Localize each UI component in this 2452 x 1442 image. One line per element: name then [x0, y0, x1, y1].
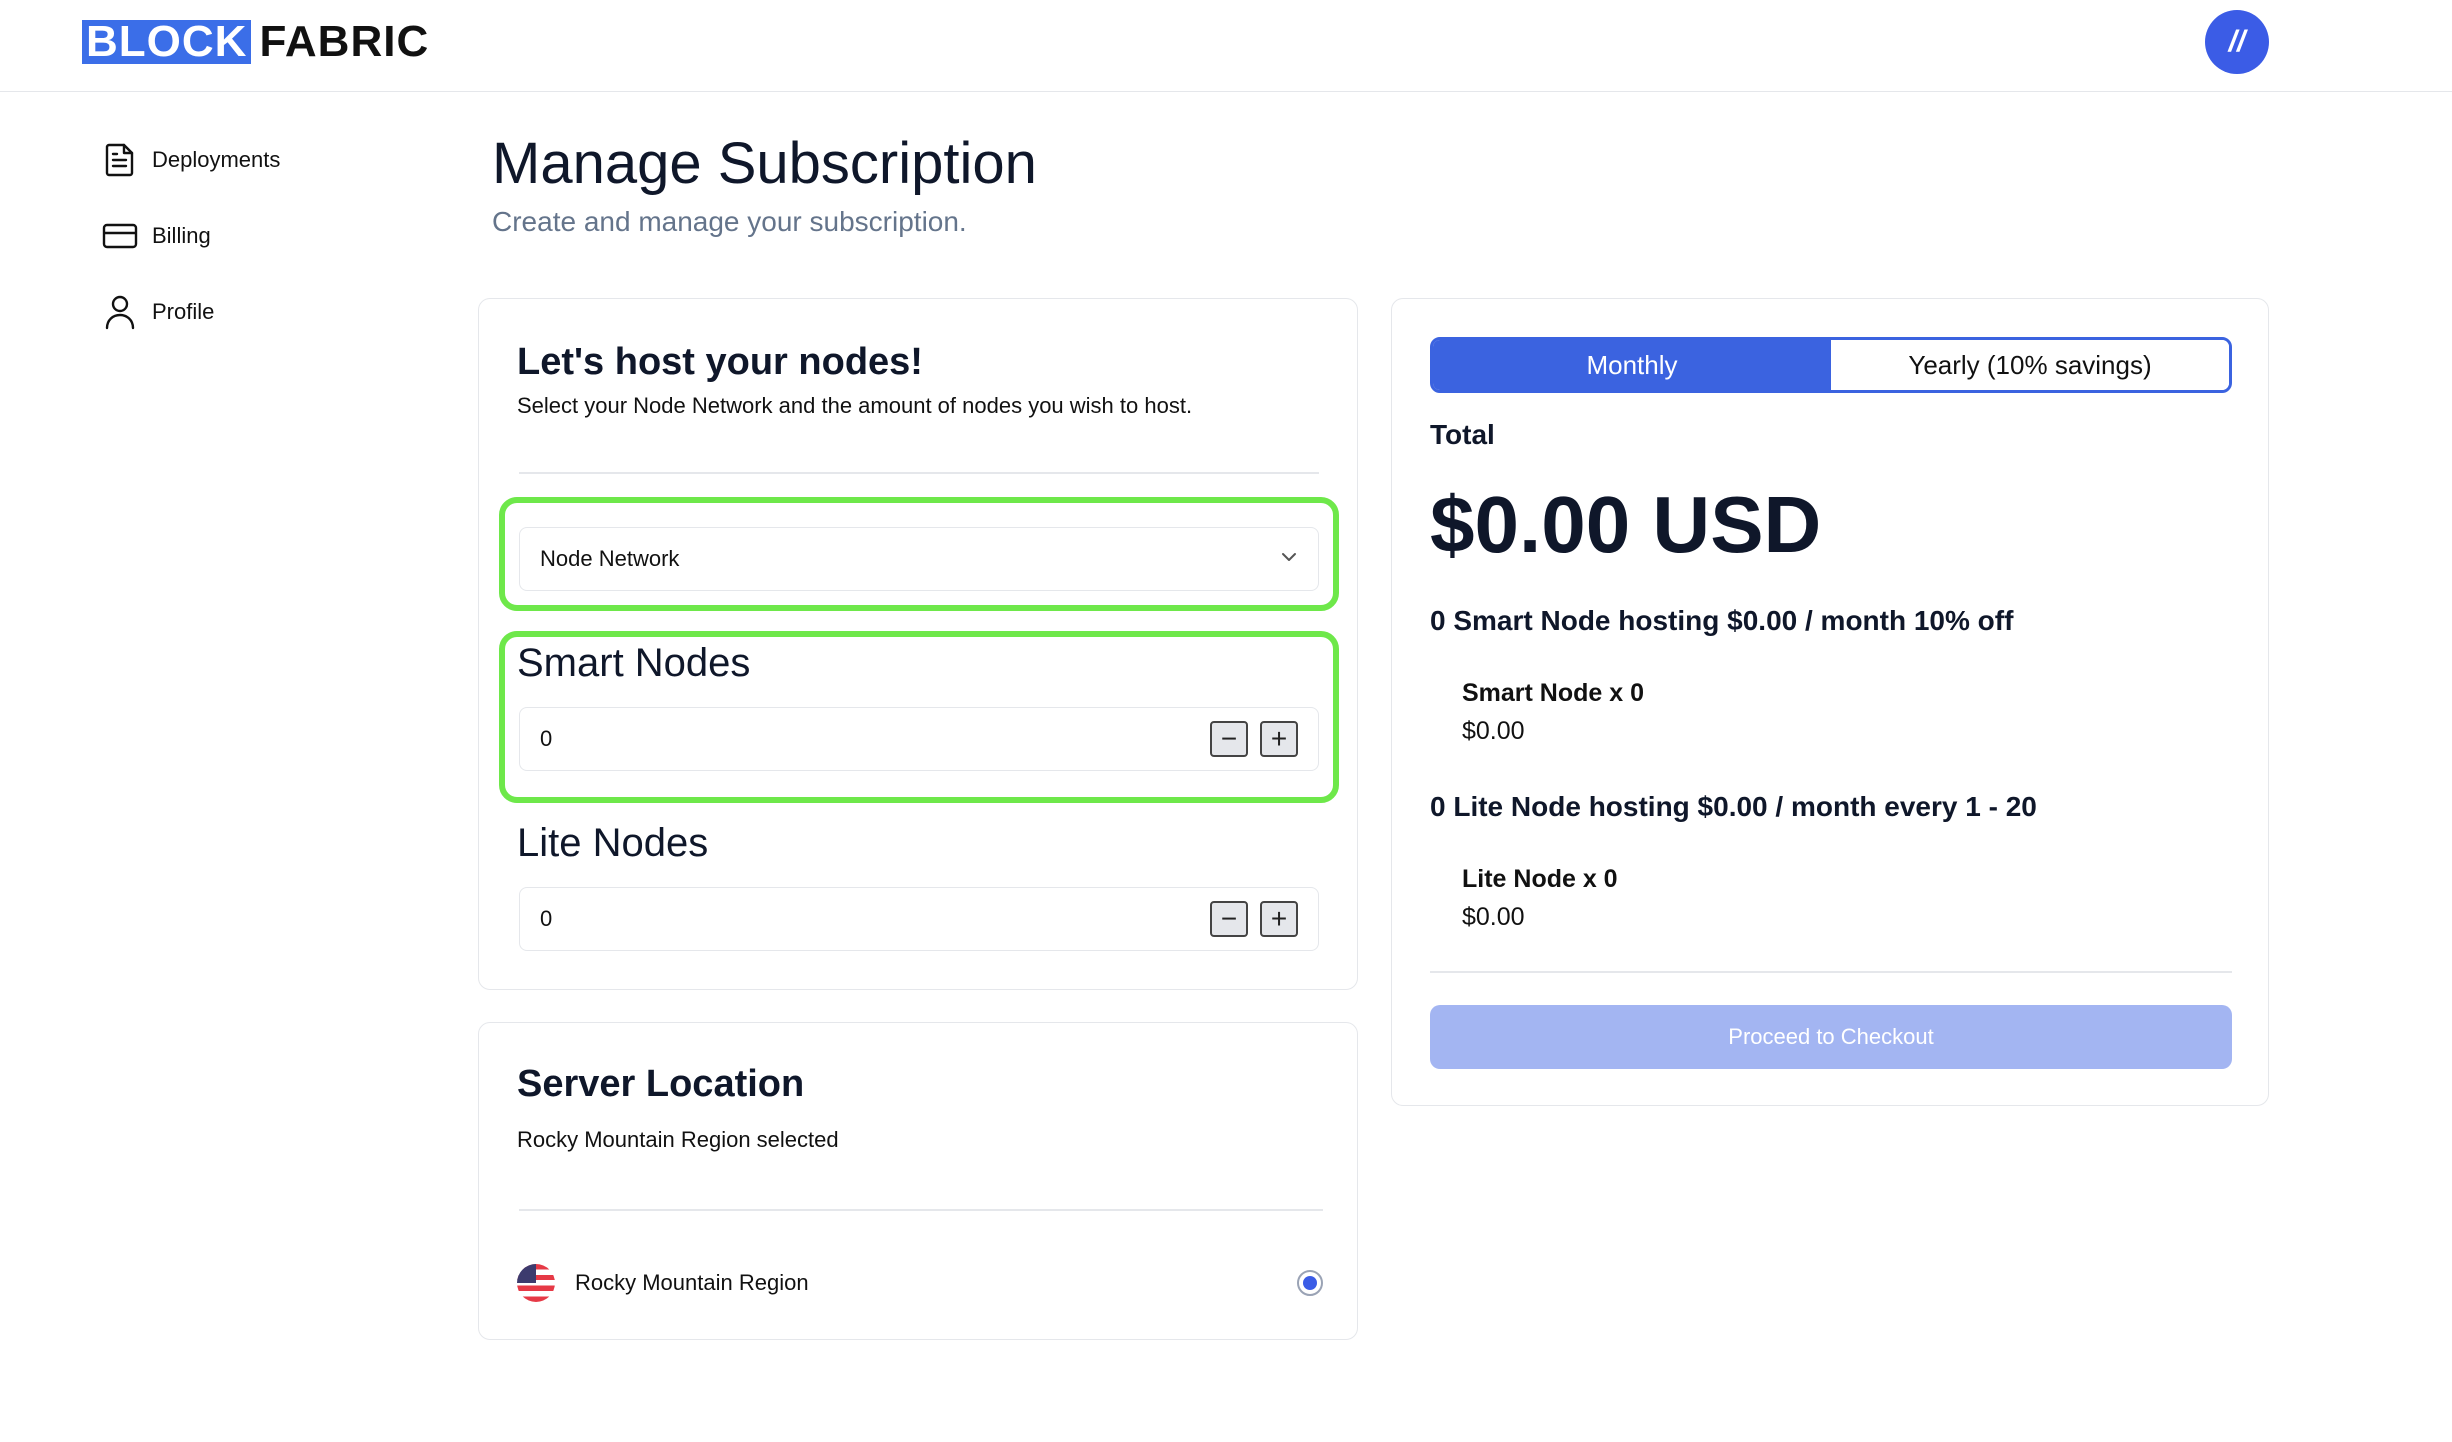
proceed-to-checkout-button[interactable]: Proceed to Checkout: [1430, 1005, 2232, 1069]
host-card-title: Let's host your nodes!: [517, 341, 923, 383]
sidebar-item-deployments[interactable]: Deployments: [100, 140, 420, 180]
document-icon: [100, 140, 140, 180]
yearly-toggle-option[interactable]: Yearly (10% savings): [1831, 340, 2229, 390]
top-header: BLOCK FABRIC //: [0, 0, 2452, 92]
location-radio-button[interactable]: [1297, 1270, 1323, 1296]
user-avatar[interactable]: //: [2205, 10, 2269, 74]
smart-nodes-input[interactable]: 0 − +: [519, 707, 1319, 771]
blockfabric-logo[interactable]: BLOCK FABRIC: [82, 20, 429, 64]
location-option-label: Rocky Mountain Region: [575, 1270, 809, 1295]
logo-fabric-text: FABRIC: [259, 17, 430, 66]
lite-node-hosting-line: 0 Lite Node hosting $0.00 / month every …: [1430, 791, 2037, 822]
total-label: Total: [1430, 419, 1495, 450]
order-summary-card: Monthly Yearly (10% savings) Total $0.00…: [1391, 298, 2269, 1106]
location-option-rocky-mountain[interactable]: Rocky Mountain Region: [517, 1261, 1323, 1305]
sidebar-item-profile[interactable]: Profile: [100, 292, 420, 332]
credit-card-icon: [100, 216, 140, 256]
divider: [519, 472, 1319, 474]
sidebar-item-label: Profile: [152, 299, 215, 324]
sidebar: Deployments Billing Profile: [100, 140, 420, 368]
smart-node-price: $0.00: [1462, 717, 1525, 745]
billing-period-toggle: Monthly Yearly (10% savings): [1430, 337, 2232, 393]
lite-nodes-decrement-button[interactable]: −: [1210, 901, 1248, 937]
lite-nodes-input[interactable]: 0 − +: [519, 887, 1319, 951]
smart-nodes-label: Smart Nodes: [517, 641, 751, 685]
lite-nodes-label: Lite Nodes: [517, 821, 709, 865]
sidebar-item-label: Billing: [152, 223, 211, 248]
smart-node-item: Smart Node x 0: [1462, 679, 1645, 707]
host-card-description: Select your Node Network and the amount …: [517, 393, 1193, 418]
host-nodes-card: Let's host your nodes! Select your Node …: [478, 298, 1358, 990]
smart-nodes-value: 0: [540, 726, 553, 751]
monthly-toggle-option[interactable]: Monthly: [1433, 340, 1831, 390]
total-amount: $0.00 USD: [1430, 480, 1822, 569]
lite-node-item: Lite Node x 0: [1462, 865, 1618, 893]
smart-node-hosting-line: 0 Smart Node hosting $0.00 / month 10% o…: [1430, 605, 2014, 636]
lite-node-price: $0.00: [1462, 903, 1525, 931]
node-network-value: Node Network: [540, 546, 680, 571]
divider: [1430, 971, 2232, 973]
logo-block-text: BLOCK: [82, 20, 252, 64]
smart-nodes-increment-button[interactable]: +: [1260, 721, 1298, 757]
server-location-title: Server Location: [517, 1063, 805, 1105]
page-subtitle: Create and manage your subscription.: [492, 206, 967, 237]
smart-nodes-decrement-button[interactable]: −: [1210, 721, 1248, 757]
lite-nodes-value: 0: [540, 906, 553, 931]
sidebar-item-billing[interactable]: Billing: [100, 216, 420, 256]
page-title: Manage Subscription: [492, 131, 1037, 196]
lite-nodes-increment-button[interactable]: +: [1260, 901, 1298, 937]
node-network-select[interactable]: Node Network: [519, 527, 1319, 591]
chevron-down-icon: [1280, 550, 1298, 568]
user-icon: [100, 292, 140, 332]
server-location-description: Rocky Mountain Region selected: [517, 1127, 839, 1152]
us-flag-icon: [517, 1264, 555, 1302]
server-location-card: Server Location Rocky Mountain Region se…: [478, 1022, 1358, 1340]
divider: [519, 1209, 1323, 1211]
sidebar-item-label: Deployments: [152, 147, 281, 172]
